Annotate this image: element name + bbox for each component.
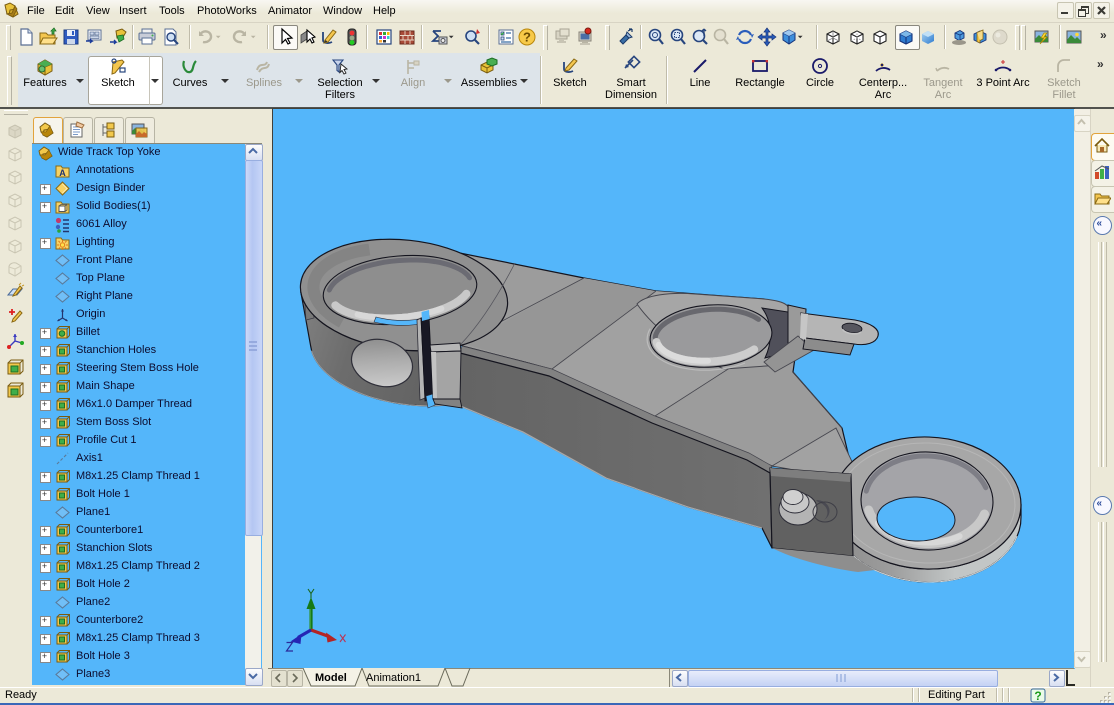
svg-text:?: ?: [1034, 689, 1041, 703]
svg-text:?: ?: [523, 30, 531, 45]
